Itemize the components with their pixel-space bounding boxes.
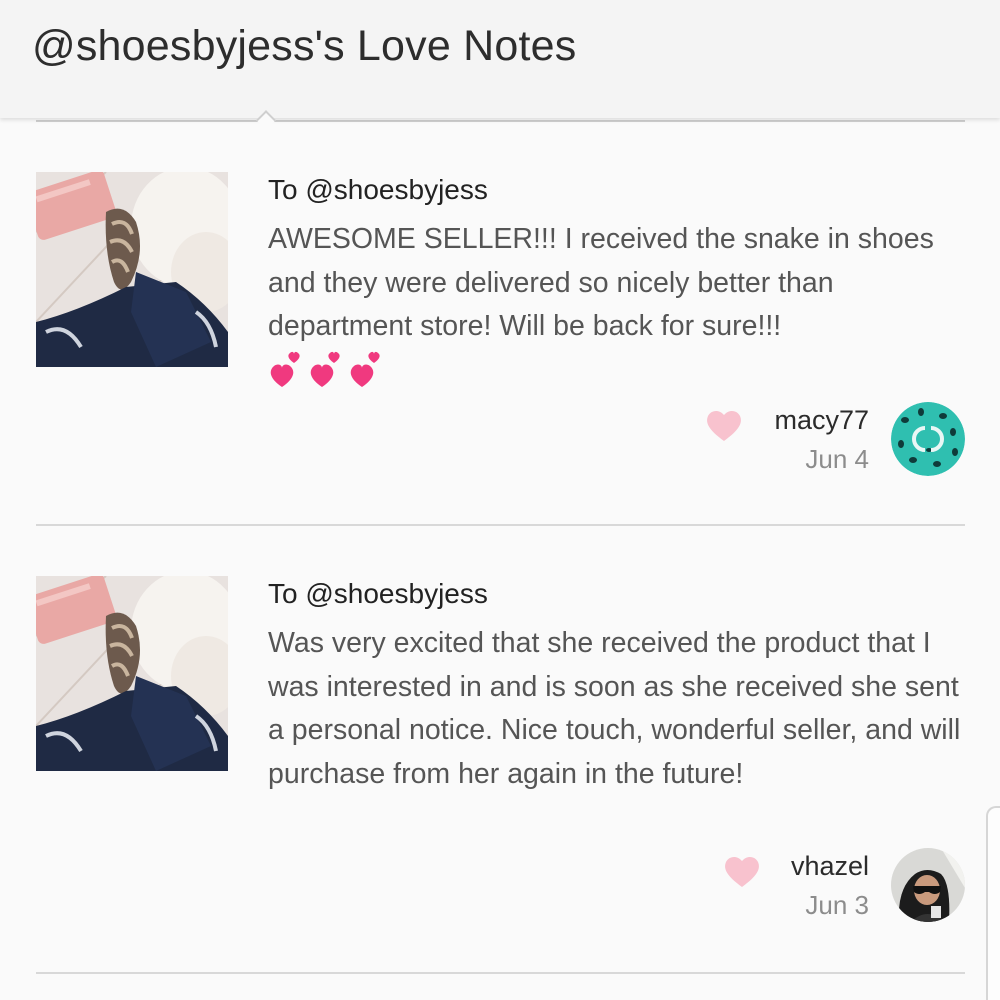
page-title: @shoesbyjess's Love Notes — [32, 22, 577, 70]
recipient-label: To @shoesbyjess — [268, 174, 488, 205]
like-heart-icon[interactable] — [705, 408, 743, 442]
note-footer: vhazel Jun 3 — [705, 848, 965, 924]
scroll-edge — [986, 806, 1000, 1000]
note-message: AWESOME SELLER!!! I received the snake i… — [268, 223, 934, 342]
note-text: AWESOME SELLER!!! I received the snake i… — [268, 218, 968, 391]
note-divider — [36, 972, 965, 974]
note-date: Jun 3 — [805, 890, 869, 920]
note-footer: macy77 Jun 4 — [705, 402, 965, 478]
woman-sunglasses-photo-avatar[interactable] — [891, 848, 965, 922]
listing-thumbnail[interactable] — [36, 576, 228, 771]
like-heart-icon[interactable] — [723, 854, 761, 888]
note-divider — [36, 524, 965, 526]
author-username[interactable]: vhazel — [791, 851, 869, 882]
hearts-emoji: 💕💕💕 — [268, 351, 968, 391]
page-header: @shoesbyjess's Love Notes — [0, 0, 1000, 118]
note-date: Jun 4 — [805, 444, 869, 474]
header-divider — [36, 120, 965, 122]
author-username[interactable]: macy77 — [774, 405, 869, 436]
note-text: Was very excited that she received the p… — [268, 627, 961, 790]
listing-thumbnail[interactable] — [36, 172, 228, 367]
love-note: To @shoesbyjess AWESOME SELLER!!! I rece… — [36, 172, 965, 526]
love-note: To @shoesbyjess Was very excited that sh… — [36, 576, 965, 974]
teal-leopard-logo-avatar[interactable] — [891, 402, 965, 476]
recipient-label: To @shoesbyjess — [268, 578, 488, 609]
